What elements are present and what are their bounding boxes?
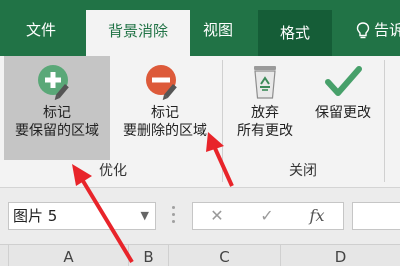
tab-background-removal[interactable]: 背景消除 <box>86 10 190 56</box>
ribbon-panel: 标记 要保留的区域 标记 要删除的区域 放弃 所有更改 保留更改 优化 关闭 <box>0 56 400 188</box>
group-label-refine: 优化 <box>99 163 127 179</box>
column-header-c[interactable]: C <box>168 245 280 266</box>
keep-changes-label: 保留更改 <box>315 105 371 121</box>
tell-me-box[interactable]: 告诉 <box>352 0 400 56</box>
lightbulb-icon <box>356 22 370 39</box>
group-label-close: 关闭 <box>289 163 317 179</box>
mark-remove-line2: 要删除的区域 <box>123 123 207 139</box>
column-header-row: A B C D <box>0 244 400 266</box>
mark-areas-to-keep-button[interactable]: 标记 要保留的区域 <box>4 56 110 160</box>
minus-circle-pencil-icon <box>146 65 177 101</box>
mark-keep-line1: 标记 <box>43 105 71 121</box>
enter-icon[interactable]: ✓ <box>247 203 287 229</box>
discard-line1: 放弃 <box>251 105 279 121</box>
recycle-bin-icon <box>254 66 276 99</box>
discard-line2: 所有更改 <box>237 123 293 139</box>
column-header-a[interactable]: A <box>8 245 128 266</box>
tab-format[interactable]: 格式 <box>258 10 332 56</box>
tab-view[interactable]: 视图 <box>190 0 246 56</box>
column-header-b[interactable]: B <box>128 245 168 266</box>
drag-handle-icon[interactable] <box>172 206 176 226</box>
mark-remove-line1: 标记 <box>151 105 179 121</box>
checkmark-icon <box>325 66 362 96</box>
cancel-icon[interactable]: ✕ <box>197 203 237 229</box>
chevron-down-icon[interactable]: ▼ <box>141 203 149 229</box>
discard-all-changes-button[interactable]: 放弃 所有更改 <box>224 56 306 160</box>
plus-circle-pencil-icon <box>38 65 69 101</box>
keep-changes-button[interactable]: 保留更改 <box>306 56 380 160</box>
tell-me-label: 告诉 <box>374 21 400 39</box>
insert-function-icon[interactable]: fx <box>297 203 337 229</box>
mark-areas-to-remove-button[interactable]: 标记 要删除的区域 <box>112 56 218 160</box>
formula-buttons: ✕ ✓ fx <box>192 202 344 230</box>
group-separator <box>384 60 385 182</box>
ribbon-tab-bar: 文件 背景消除 视图 格式 告诉 <box>0 0 400 56</box>
name-box-value: 图片 5 <box>13 207 58 225</box>
name-box[interactable]: 图片 5 ▼ <box>8 202 156 230</box>
formula-bar: 图片 5 ▼ ✕ ✓ fx <box>0 188 400 244</box>
column-header-d[interactable]: D <box>280 245 400 266</box>
mark-keep-line2: 要保留的区域 <box>15 123 99 139</box>
formula-input[interactable] <box>352 202 400 230</box>
tab-file[interactable]: 文件 <box>10 0 72 56</box>
